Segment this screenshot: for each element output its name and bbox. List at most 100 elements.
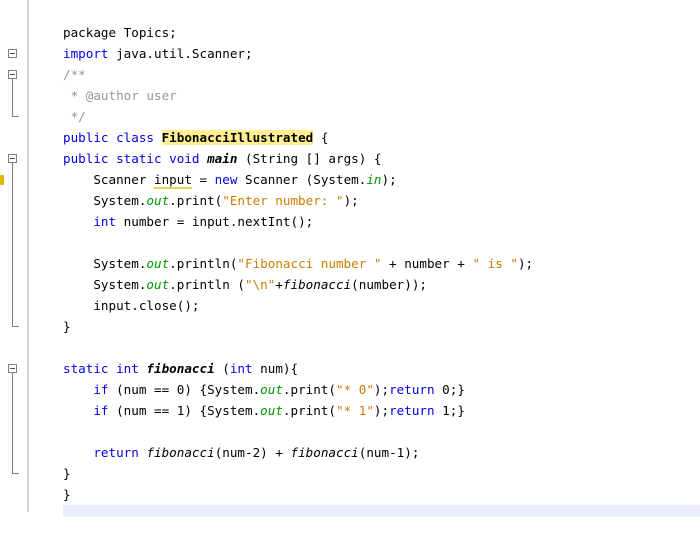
code-token: ); [373, 382, 390, 397]
code-line[interactable]: System.out.print("Enter number: "); [63, 190, 359, 211]
code-token: .println( [169, 256, 238, 271]
code-line[interactable]: * @author user [63, 85, 177, 106]
code-token: = [191, 172, 215, 187]
code-token: ); [517, 256, 534, 271]
fold-end-tick [12, 116, 19, 117]
code-token: public static void [63, 151, 200, 166]
code-line[interactable]: */ [63, 106, 86, 127]
fold-fibonacci-method-icon[interactable] [8, 364, 17, 373]
code-line[interactable]: } [63, 316, 71, 337]
code-token: fibonacci [146, 445, 215, 460]
code-token: 0;} [434, 382, 465, 397]
code-token: .print( [282, 382, 336, 397]
code-token: /** [63, 67, 86, 82]
code-token: fibonacci [146, 361, 215, 376]
code-token: return [389, 403, 435, 418]
code-token: return [389, 382, 435, 397]
code-line[interactable]: public static void main (String [] args)… [63, 148, 381, 169]
code-token: "Enter number: " [222, 193, 344, 208]
code-line[interactable]: import java.util.Scanner; [63, 43, 253, 64]
code-token: "\n" [244, 277, 276, 292]
code-token: out [260, 403, 283, 418]
code-line[interactable]: int number = input.nextInt(); [63, 211, 313, 232]
fold-main-method-icon[interactable] [8, 154, 17, 163]
code-token: return [93, 445, 139, 460]
code-line[interactable]: System.out.println ("\n"+fibonacci(numbe… [63, 274, 427, 295]
code-token: int [229, 361, 253, 376]
code-line[interactable]: System.out.println("Fibonacci number " +… [63, 253, 533, 274]
code-token: java.util.Scanner; [108, 46, 253, 61]
code-token: (number)); [351, 277, 427, 292]
code-token: ); [343, 193, 359, 208]
code-token: FibonacciIllustrated [161, 130, 314, 145]
code-line[interactable]: input.close(); [63, 295, 199, 316]
code-token: input [154, 172, 192, 189]
code-token: } [63, 466, 71, 481]
code-token: (num == 0) {System. [108, 382, 261, 397]
code-token: (num == 1) {System. [108, 403, 261, 418]
code-token: number = input.nextInt(); [116, 214, 314, 229]
code-line[interactable]: return fibonacci(num-2) + fibonacci(num-… [63, 442, 419, 463]
code-token: out [260, 382, 283, 397]
code-line[interactable]: public class FibonacciIllustrated { [63, 127, 328, 148]
code-token: */ [63, 109, 86, 124]
code-token: out [146, 193, 170, 208]
code-token: (String [] args) { [237, 151, 382, 166]
code-line[interactable]: static int fibonacci (int num){ [63, 358, 298, 379]
code-token: new [214, 172, 238, 187]
code-token: Scanner [63, 172, 154, 187]
code-line[interactable]: package Topics; [63, 22, 177, 43]
code-token: .print( [282, 403, 336, 418]
code-token: in [366, 172, 382, 187]
fold-range-line [12, 373, 13, 473]
code-token: num){ [252, 361, 299, 376]
code-line[interactable]: Scanner input = new Scanner (System.in); [63, 169, 397, 190]
code-token: "Fibonacci number " [237, 256, 382, 271]
code-token: main [207, 151, 238, 166]
code-token: System. [63, 193, 147, 208]
code-token: "* 1" [336, 403, 374, 418]
current-line-highlight [63, 505, 700, 517]
code-token: "* 0" [336, 382, 374, 397]
code-token: System. [63, 277, 147, 292]
code-editor[interactable]: package Topics; import java.util.Scanner;… [0, 0, 700, 550]
code-token: import [63, 46, 109, 61]
code-line[interactable]: if (num == 0) {System.out.print("* 0");r… [63, 379, 465, 400]
code-token: Scanner (System. [237, 172, 367, 187]
code-line[interactable]: if (num == 1) {System.out.print("* 1");r… [63, 400, 465, 421]
code-token: if [93, 382, 109, 397]
code-token: + number + [381, 256, 473, 271]
code-token: public class [63, 130, 154, 145]
code-token: + [275, 277, 283, 292]
code-token: package Topics; [63, 25, 177, 40]
fold-import-icon[interactable] [8, 49, 17, 58]
code-token: * @author user [63, 88, 177, 103]
code-token: fibonacci [282, 277, 352, 292]
fold-range-line [12, 79, 13, 116]
code-token: .print( [169, 193, 223, 208]
code-token: out [146, 256, 170, 271]
code-token: ); [373, 403, 390, 418]
code-line[interactable]: } [63, 484, 71, 505]
fold-end-tick [12, 473, 19, 474]
code-token: ); [381, 172, 397, 187]
code-token: fibonacci [290, 445, 359, 460]
code-token: { [313, 130, 329, 145]
code-token: input.close(); [63, 298, 200, 313]
code-token: (num-1); [358, 445, 420, 460]
code-line[interactable]: /** [63, 64, 86, 85]
code-line[interactable]: } [63, 463, 71, 484]
code-token: out [146, 277, 170, 292]
code-token: static int [63, 361, 139, 376]
fold-comment-icon[interactable] [8, 70, 17, 79]
code-token: (num-2) + [214, 445, 291, 460]
gutter-divider [27, 0, 29, 512]
code-token: .println ( [169, 277, 245, 292]
code-token: System. [63, 256, 147, 271]
warning-marker-icon[interactable] [0, 175, 4, 185]
